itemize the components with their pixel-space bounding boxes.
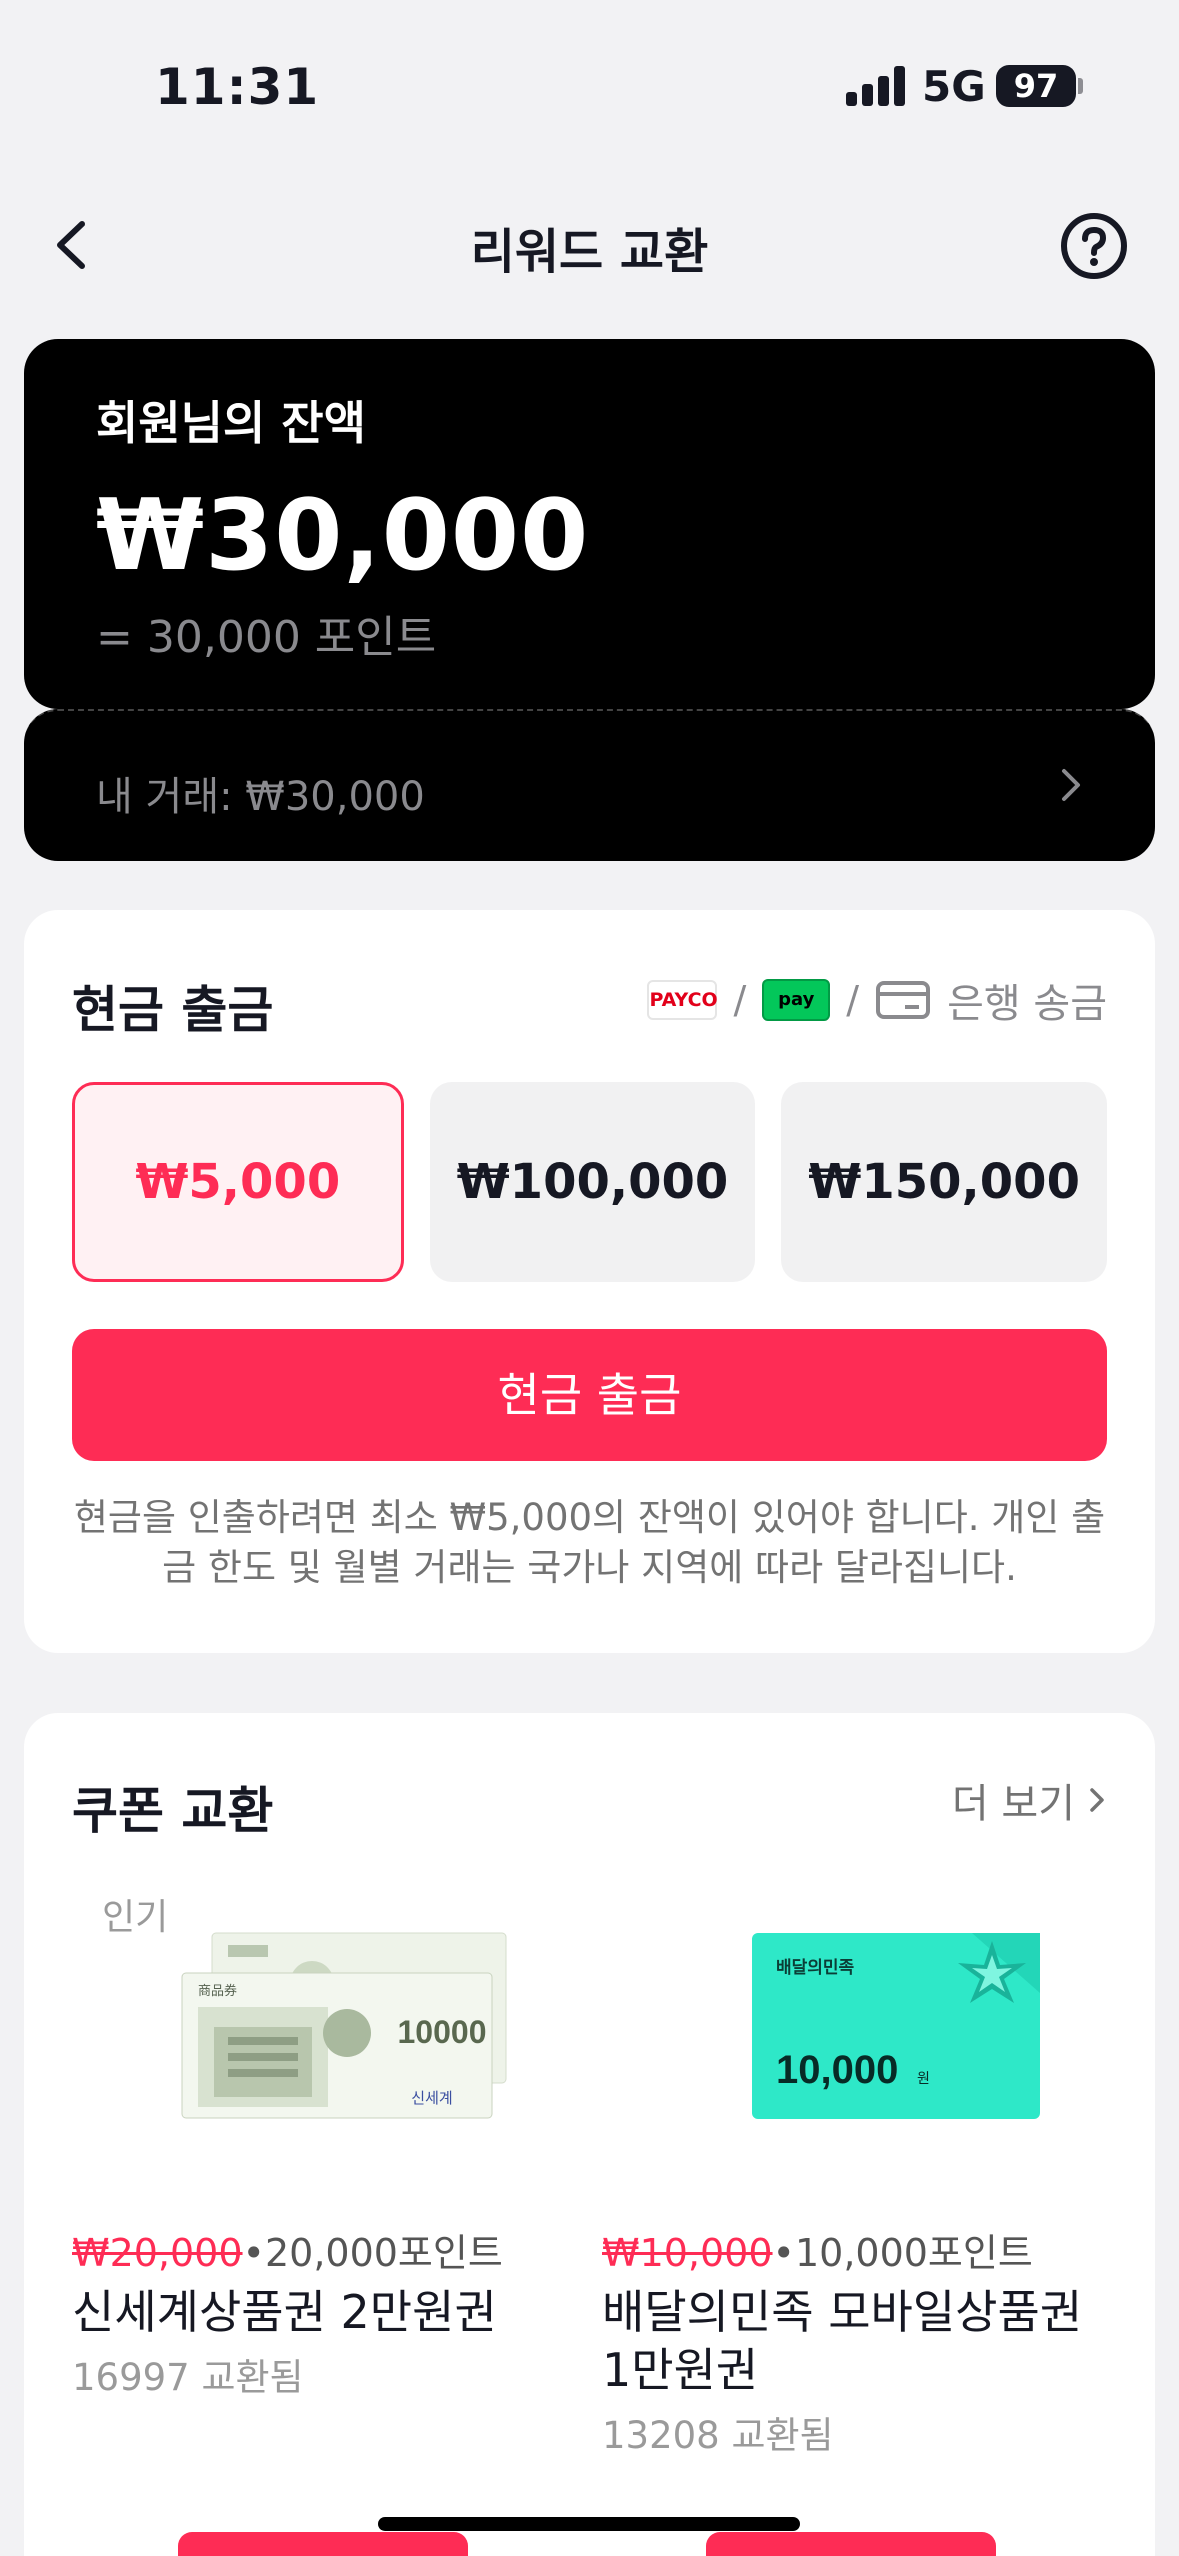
- points-price: •20,000포인트: [242, 2231, 503, 2275]
- divider: /: [733, 978, 747, 1022]
- transactions-link[interactable]: 내 거래: ₩30,000: [24, 709, 1155, 861]
- price-row: ₩20,000•20,000포인트: [72, 2222, 572, 2277]
- voucher-small-label: 商品券: [198, 1983, 237, 1999]
- amount-options: ₩5,000 ₩100,000 ₩150,000: [72, 1082, 1108, 1282]
- npay-logo: pay: [762, 979, 831, 1021]
- coupon-name: 배달의민족 모바일상품권 1만원권: [602, 2285, 1083, 2397]
- battery-tip: [1078, 78, 1083, 94]
- signal-icon: [846, 66, 906, 106]
- coupon-item[interactable]: 배달의민족 10,000 원 ₩10,000•10,000포인트 배달의민족 모…: [602, 1923, 1102, 2459]
- exchange-count: 16997 교환됨: [72, 2356, 304, 2399]
- voucher-value: 10,000: [776, 2048, 898, 2092]
- coupon-item[interactable]: 10000 商品券 10000 신세계 ₩20,000•20,000포인트 신세…: [72, 1923, 572, 2401]
- baemin-voucher-image: 배달의민족 10,000 원: [752, 1933, 1040, 2119]
- status-time: 11:31: [155, 58, 320, 116]
- section-title: 쿠폰 교환: [72, 1782, 274, 1840]
- status-bar: 11:31 5G 97: [0, 0, 1179, 150]
- section-title: 현금 출금: [72, 981, 274, 1039]
- next-coupon-peek: [706, 2532, 996, 2556]
- card-icon: [876, 981, 931, 1019]
- voucher-value: 10000: [398, 2014, 487, 2050]
- bank-transfer-label: 은행 송금: [947, 981, 1107, 1027]
- voucher-brand: 신세계: [411, 2089, 452, 2107]
- cash-withdraw-section: 현금 출금 PAYCO / pay / 은행 송금 ₩5,000 ₩100,00…: [24, 910, 1155, 1653]
- coupon-name: 신세계상품권 2만원권: [72, 2285, 497, 2339]
- chevron-right-icon: [1090, 1788, 1104, 1812]
- chevron-right-icon: [1062, 769, 1080, 801]
- withdraw-button[interactable]: 현금 출금: [72, 1329, 1107, 1461]
- balance-card: 회원님의 잔액 ₩30,000 = 30,000 포인트: [24, 339, 1155, 709]
- withdraw-note: 현금을 인출하려면 최소 ₩5,000의 잔액이 있어야 합니다. 개인 출금 …: [73, 1496, 1106, 1589]
- see-more-label: 더 보기: [951, 1781, 1075, 1827]
- home-indicator: [378, 2517, 800, 2531]
- balance-label: 회원님의 잔액: [96, 396, 366, 450]
- nav-header: 리워드 교환: [0, 180, 1179, 310]
- amount-option[interactable]: ₩100,000: [429, 1082, 756, 1282]
- exchange-count: 13208 교환됨: [602, 2414, 834, 2457]
- divider: /: [846, 978, 860, 1022]
- transactions-label: 내 거래: ₩30,000: [96, 774, 425, 820]
- battery-icon: 97: [996, 65, 1076, 107]
- page-title: 리워드 교환: [470, 224, 709, 280]
- original-price: ₩20,000: [72, 2231, 243, 2275]
- price-row: ₩10,000•10,000포인트: [602, 2222, 1102, 2277]
- balance-points: = 30,000 포인트: [96, 612, 437, 663]
- payout-methods: PAYCO / pay / 은행 송금: [647, 975, 1107, 1027]
- help-icon[interactable]: [1058, 210, 1130, 282]
- amount-option[interactable]: ₩150,000: [781, 1082, 1108, 1282]
- voucher-unit: 원: [917, 2071, 930, 2087]
- points-price: •10,000포인트: [772, 2231, 1033, 2275]
- payco-logo: PAYCO: [647, 980, 718, 1020]
- balance-amount: ₩30,000: [96, 479, 590, 593]
- next-coupon-peek: [178, 2532, 468, 2556]
- network-label: 5G: [922, 62, 986, 111]
- gift-voucher-image: 10000 商品券 10000 신세계: [181, 1932, 507, 2119]
- original-price: ₩10,000: [602, 2231, 773, 2275]
- coupon-section: 쿠폰 교환 더 보기 인기 10000 商品券 10000 신세계 ₩20,00…: [24, 1713, 1155, 2556]
- npay-label: pay: [778, 989, 815, 1010]
- voucher-brand: 배달의민족: [776, 1957, 855, 1978]
- amount-option[interactable]: ₩5,000: [72, 1082, 404, 1282]
- see-more-link[interactable]: 더 보기: [952, 1771, 1107, 1829]
